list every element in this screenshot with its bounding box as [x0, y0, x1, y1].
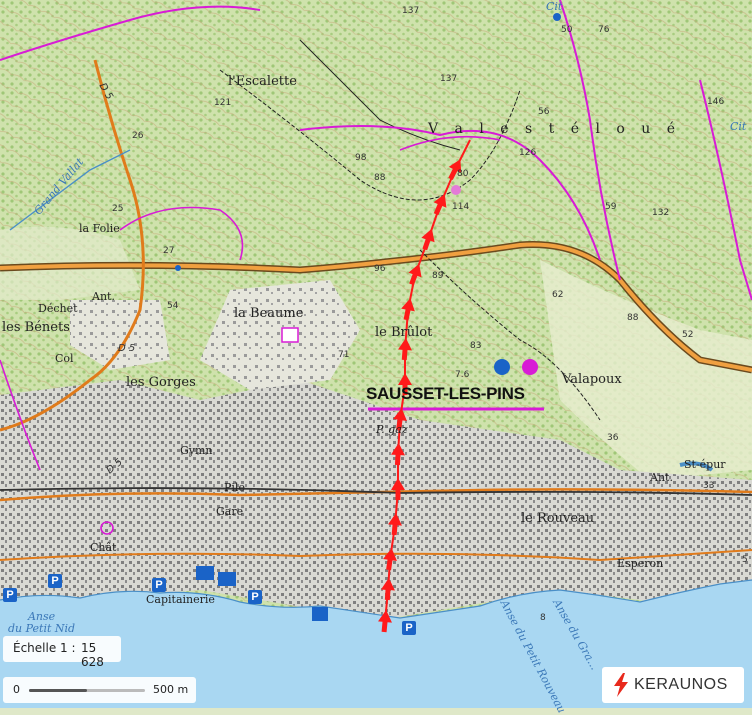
elevation-label: 52	[682, 330, 694, 340]
place-label: St-épur	[684, 458, 726, 471]
elevation-label: 114	[452, 202, 470, 212]
place-label: Ant.	[92, 290, 115, 303]
elevation-label: 26	[132, 131, 144, 141]
elevation-label: 27	[163, 246, 175, 256]
place-label: Capitainerie	[146, 593, 215, 606]
elevation-label: 146	[707, 97, 725, 107]
elevation-label: 8	[540, 613, 546, 623]
elevation-label: 5	[742, 555, 748, 565]
topographic-map[interactable]	[0, 0, 752, 708]
building-icon	[281, 327, 299, 343]
brand-logo[interactable]: KERAUNOS	[602, 667, 744, 703]
elevation-label: 76	[598, 25, 610, 35]
place-label: Esperon	[617, 557, 664, 570]
elevation-label: 36	[607, 433, 619, 443]
place-label: le Rouveau	[521, 511, 595, 526]
parking-icon: P	[3, 588, 17, 602]
water-point-icon	[175, 265, 181, 271]
place-label: Gymn	[180, 444, 213, 457]
scale-bar: 0 500 m	[3, 677, 196, 703]
elevation-label: 83	[470, 341, 482, 351]
elevation-label: 121	[214, 98, 232, 108]
beach-icon	[312, 607, 328, 621]
elevation-label: 96	[374, 264, 386, 274]
poi-star	[451, 185, 461, 195]
elevation-label: 137	[402, 6, 420, 16]
elevation-label: 126	[519, 148, 537, 158]
elevation-label: 25	[112, 204, 124, 214]
scale-value: 15 628	[81, 641, 104, 669]
place-label: la Folie	[79, 222, 120, 235]
scale-label: Échelle 1 :	[13, 641, 76, 655]
elevation-label: 98	[355, 153, 367, 163]
scale-bar-end: 500 m	[153, 683, 189, 696]
elevation-label: 54	[167, 301, 179, 311]
info-icon	[494, 359, 510, 375]
parking-icon: P	[152, 578, 166, 592]
scale-bar-line	[29, 689, 145, 692]
elevation-label: 132	[652, 208, 670, 218]
place-label: Gare	[216, 505, 244, 518]
parking-icon: P	[248, 590, 262, 604]
elevation-label: 59	[605, 202, 617, 212]
water-point-icon	[553, 13, 561, 21]
scale-ratio-box: Échelle 1 : 15 628	[3, 636, 121, 669]
place-label: Déchet	[38, 302, 78, 315]
road-label: D 5	[118, 343, 136, 354]
harbour-icon	[196, 566, 214, 580]
scale-bar-start: 0	[13, 683, 20, 696]
info-icon-magenta	[522, 359, 538, 375]
elevation-label: 56	[538, 107, 550, 117]
elevation-label: 50	[561, 25, 573, 35]
place-label: le Brûlot	[375, 325, 433, 340]
parking-icon: P	[48, 574, 62, 588]
elevation-label: 89	[432, 271, 444, 281]
place-label: Pile	[224, 481, 245, 494]
bay-label: Anse du Petit Nid	[8, 610, 76, 635]
place-label: Ant.	[650, 471, 673, 484]
elevation-label: 62	[552, 290, 564, 300]
place-label: Chât	[90, 541, 117, 554]
elevation-label: 88	[627, 313, 639, 323]
place-label: V a l e s t é l o u é	[428, 121, 682, 137]
place-label: la Beaume	[234, 306, 304, 321]
elevation-label: 33	[703, 481, 715, 491]
place-label: Cit	[546, 0, 563, 13]
place-label: l'Escalette	[228, 74, 297, 89]
harbour-icon	[218, 572, 236, 586]
elevation-label: 88	[374, 173, 386, 183]
place-label: Col	[55, 352, 74, 365]
town-label: SAUSSET-LES-PINS	[366, 384, 525, 403]
elevation-label: 80	[457, 169, 469, 179]
place-label: les Gorges	[126, 375, 196, 390]
place-label: les Bénets	[2, 320, 70, 335]
elevation-label: 137	[440, 74, 458, 84]
place-label: Cit	[730, 120, 747, 133]
parking-icon: P	[402, 621, 416, 635]
place-label: P. gaz	[376, 423, 408, 436]
place-label: Valapoux	[562, 372, 622, 387]
elevation-label: 7.6	[455, 370, 470, 380]
elevation-label: 71	[338, 350, 350, 360]
brand-name: KERAUNOS	[634, 676, 728, 693]
lightning-bolt-icon	[614, 673, 628, 697]
